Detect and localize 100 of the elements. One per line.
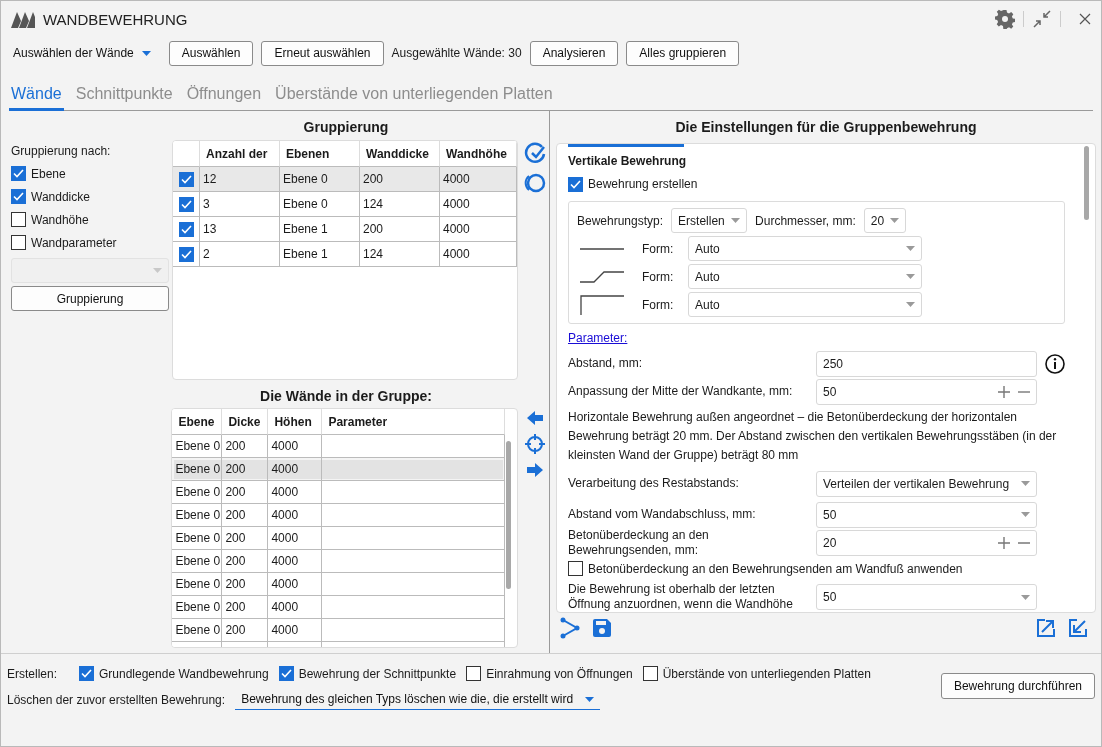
save-icon[interactable] xyxy=(592,618,612,638)
checkbox[interactable] xyxy=(178,171,194,187)
checkbox-label: Betonüberdeckung an den Bewehrungsenden am Wandfuß anwenden xyxy=(588,561,963,576)
table-row[interactable]: Ebene 0 200 4000 xyxy=(172,458,506,481)
checkbox[interactable] xyxy=(466,666,482,681)
collapse-icon[interactable] xyxy=(1032,9,1052,29)
checkbox[interactable] xyxy=(642,666,658,681)
field-label: Abstand vom Wandabschluss, mm: xyxy=(568,507,757,523)
table-cell: Ebene 0 xyxy=(280,167,360,192)
shape-dropdown[interactable]: Auto xyxy=(688,264,922,290)
table-row[interactable]: 13 Ebene 1 200 4000 xyxy=(173,217,518,242)
settings-icon[interactable] xyxy=(995,9,1015,29)
table-cell: 4000 xyxy=(440,242,518,267)
checkbox[interactable] xyxy=(11,166,26,181)
grouping-button[interactable]: Gruppierung xyxy=(11,286,169,311)
wall-selection-dropdown[interactable]: Auswählen der Wände xyxy=(11,46,161,60)
plus-icon[interactable] xyxy=(998,537,1010,550)
type-dropdown[interactable]: Erstellen xyxy=(671,208,748,234)
field-label: Verarbeitung des Restabstands: xyxy=(568,476,740,492)
share-icon[interactable] xyxy=(560,617,580,639)
dropdown-field[interactable]: 50 xyxy=(816,584,1037,611)
checkbox[interactable] xyxy=(568,176,583,192)
arrow-left-icon[interactable] xyxy=(526,410,545,426)
checkbox-label: Wandparameter xyxy=(31,235,117,250)
table-row[interactable]: 12 Ebene 0 200 4000 xyxy=(173,167,518,192)
table-row[interactable]: Ebene 0 200 4000 xyxy=(172,596,506,619)
input-field[interactable]: 50 xyxy=(816,378,1037,405)
table-cell: 2 xyxy=(200,242,280,267)
checkbox-label: Bewehrung erstellen xyxy=(588,177,698,192)
checkbox[interactable] xyxy=(11,212,26,227)
table-row[interactable]: 3 Ebene 0 124 4000 xyxy=(173,192,518,217)
field-label: Form: xyxy=(642,241,675,256)
table-row[interactable]: Ebene 0 200 4000 xyxy=(172,435,506,458)
arrow-right-icon[interactable] xyxy=(526,462,545,478)
toolbar-button[interactable]: Analysieren xyxy=(529,40,619,66)
checkbox[interactable] xyxy=(278,666,294,681)
scrollbar[interactable] xyxy=(1084,146,1089,220)
checkbox[interactable] xyxy=(79,666,94,681)
caret-icon xyxy=(1021,512,1030,518)
selected-count: Ausgewählte Wände: 30 xyxy=(391,46,522,60)
close-icon[interactable] xyxy=(1079,13,1091,25)
checkbox-label: Wandhöhe xyxy=(31,212,89,227)
field-label: Form: xyxy=(642,269,675,284)
circle-icon[interactable] xyxy=(524,172,547,194)
checkbox[interactable] xyxy=(568,561,583,577)
checkbox-label: Überstände von unterliegenden Platten xyxy=(662,666,871,681)
toolbar-button[interactable]: Alles gruppieren xyxy=(626,40,740,66)
export-icon[interactable] xyxy=(1036,618,1056,638)
delete-mode-dropdown[interactable]: Bewehrung des gleichen Typs löschen wie die, die erstellt wird xyxy=(235,689,601,710)
checkbox[interactable] xyxy=(11,235,26,250)
checkbox-label: Ebene xyxy=(31,166,66,181)
input-field[interactable]: 20 xyxy=(816,530,1037,557)
caret-icon xyxy=(906,246,915,252)
shape-dropdown[interactable]: Auto xyxy=(688,236,922,262)
checkbox[interactable] xyxy=(178,221,194,237)
info-icon[interactable] xyxy=(1045,353,1065,374)
table-row[interactable]: Ebene 0 200 4000 xyxy=(172,481,506,504)
table-row[interactable]: Ebene 0 200 4000 xyxy=(172,550,506,573)
table-cell: 4000 xyxy=(440,167,518,192)
tab[interactable]: Wände xyxy=(9,85,64,111)
section-title: Die Einstellungen für die Gruppenbewehrung xyxy=(674,118,978,137)
check-all-icon[interactable] xyxy=(524,142,547,164)
grouping-label: Gruppierung nach: xyxy=(11,144,112,158)
section-heading: Vertikale Bewehrung xyxy=(568,152,688,170)
table-row[interactable]: Ebene 0 200 4000 xyxy=(172,619,506,642)
crosshair-icon[interactable] xyxy=(525,434,546,454)
caret-icon xyxy=(906,302,915,308)
table-row[interactable]: 2 Ebene 1 124 4000 xyxy=(173,242,518,267)
run-button[interactable]: Bewehrung durchführen xyxy=(940,673,1095,699)
field-label: Anpassung der Mitte der Wandkante, mm: xyxy=(568,384,794,400)
bar-shape-icon xyxy=(580,294,624,315)
dropdown-field[interactable]: 50 xyxy=(816,501,1037,528)
caret-icon xyxy=(1021,594,1030,600)
table-row[interactable]: Ebene 0 200 4000 xyxy=(172,573,506,596)
checkbox[interactable] xyxy=(178,246,194,262)
checkbox-label: Einrahmung von Öffnungen xyxy=(486,666,633,681)
table-cell: 200 xyxy=(360,167,440,192)
table-row[interactable]: Ebene 0 200 4000 xyxy=(172,504,506,527)
toolbar-button[interactable]: Erneut auswählen xyxy=(261,40,384,66)
caret-icon xyxy=(906,274,915,280)
caret-icon xyxy=(585,696,595,702)
window-title: WANDBEWEHRUNG xyxy=(43,10,189,28)
plus-icon[interactable] xyxy=(998,385,1010,398)
diameter-dropdown[interactable]: 20 xyxy=(863,208,906,234)
bar-shape-icon xyxy=(580,247,624,250)
parameters-link[interactable]: Parameter: xyxy=(568,330,628,345)
delete-label: Löschen der zuvor erstellten Bewehrung: xyxy=(7,692,226,707)
table-row[interactable]: Ebene 0 200 4000 xyxy=(172,527,506,550)
checkbox[interactable] xyxy=(178,196,194,212)
import-icon[interactable] xyxy=(1068,618,1088,638)
input-field[interactable]: 250 xyxy=(816,350,1037,377)
scrollbar[interactable] xyxy=(506,441,512,589)
shape-dropdown[interactable]: Auto xyxy=(688,292,922,318)
bar-shape-icon xyxy=(580,270,624,283)
dropdown-field[interactable]: Verteilen der vertikalen Bewehrung xyxy=(816,470,1037,497)
toolbar-button[interactable]: Auswählen xyxy=(168,40,254,66)
field-label: Betonüberdeckung an den Bewehrungsenden, mm: xyxy=(568,528,710,559)
field-label: Die Bewehrung ist oberhalb der letzten Öffnung anzuordnen, wenn die Wandhöhe xyxy=(568,582,794,612)
checkbox[interactable] xyxy=(11,189,26,204)
logo-icon xyxy=(11,10,35,28)
